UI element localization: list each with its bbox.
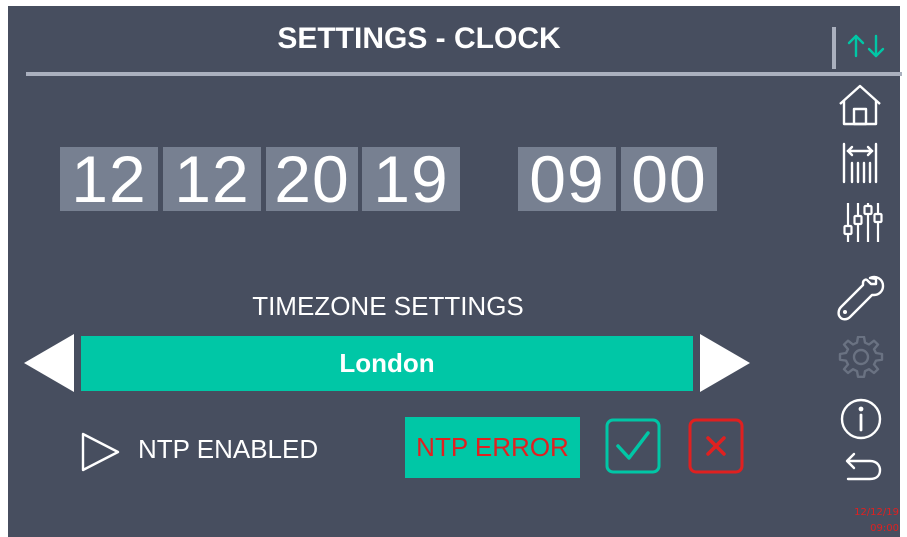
page-title: SETTINGS - CLOCK bbox=[277, 22, 561, 55]
minute-field[interactable]: 00 bbox=[621, 146, 717, 212]
status-datetime: 12/12/19 09:00 bbox=[843, 505, 899, 537]
ntp-enabled-toggle[interactable]: NTP ENABLED bbox=[80, 430, 380, 472]
info-icon bbox=[840, 398, 882, 440]
day-field[interactable]: 12 bbox=[60, 146, 158, 212]
adjust-button[interactable] bbox=[832, 200, 888, 244]
check-icon bbox=[605, 418, 661, 474]
year-field[interactable]: 19 bbox=[362, 146, 460, 212]
info-button[interactable] bbox=[832, 397, 888, 441]
timezone-select[interactable]: London bbox=[81, 336, 693, 391]
header-divider bbox=[832, 27, 836, 69]
status-time: 09:00 bbox=[870, 523, 899, 534]
month-field[interactable]: 12 bbox=[163, 146, 261, 212]
cancel-button[interactable] bbox=[688, 418, 744, 474]
settings-button bbox=[832, 335, 888, 380]
back-arrow-icon bbox=[845, 452, 882, 481]
back-button[interactable] bbox=[832, 449, 888, 489]
range-bars-icon bbox=[842, 142, 878, 184]
screen: SETTINGS - CLOCK 12 12 20 19 09 00 TIMEZ… bbox=[0, 0, 907, 537]
ntp-error-badge: NTP ERROR bbox=[405, 417, 580, 478]
timezone-next-button[interactable] bbox=[698, 333, 752, 393]
up-down-arrows-icon[interactable] bbox=[842, 28, 890, 64]
play-outline-icon bbox=[81, 432, 120, 472]
close-icon bbox=[688, 418, 744, 474]
timezone-heading: TIMEZONE SETTINGS bbox=[252, 291, 524, 321]
settings-panel: SETTINGS - CLOCK 12 12 20 19 09 00 TIMEZ… bbox=[8, 6, 902, 537]
home-icon bbox=[839, 84, 881, 126]
confirm-button[interactable] bbox=[605, 418, 661, 474]
header-underline bbox=[26, 72, 902, 76]
timezone-prev-button[interactable] bbox=[22, 333, 76, 393]
hour-field[interactable]: 09 bbox=[518, 146, 616, 212]
century-field[interactable]: 20 bbox=[266, 146, 358, 212]
gear-icon bbox=[838, 335, 884, 378]
status-date: 12/12/19 bbox=[854, 507, 899, 518]
sliders-icon bbox=[843, 203, 883, 242]
triangle-right-icon bbox=[700, 334, 750, 392]
ntp-enabled-label: NTP ENABLED bbox=[138, 434, 319, 464]
triangle-left-icon bbox=[24, 334, 74, 392]
wrench-icon bbox=[837, 275, 885, 321]
range-button[interactable] bbox=[832, 141, 888, 185]
home-button[interactable] bbox=[832, 82, 888, 126]
tools-button[interactable] bbox=[832, 272, 888, 321]
